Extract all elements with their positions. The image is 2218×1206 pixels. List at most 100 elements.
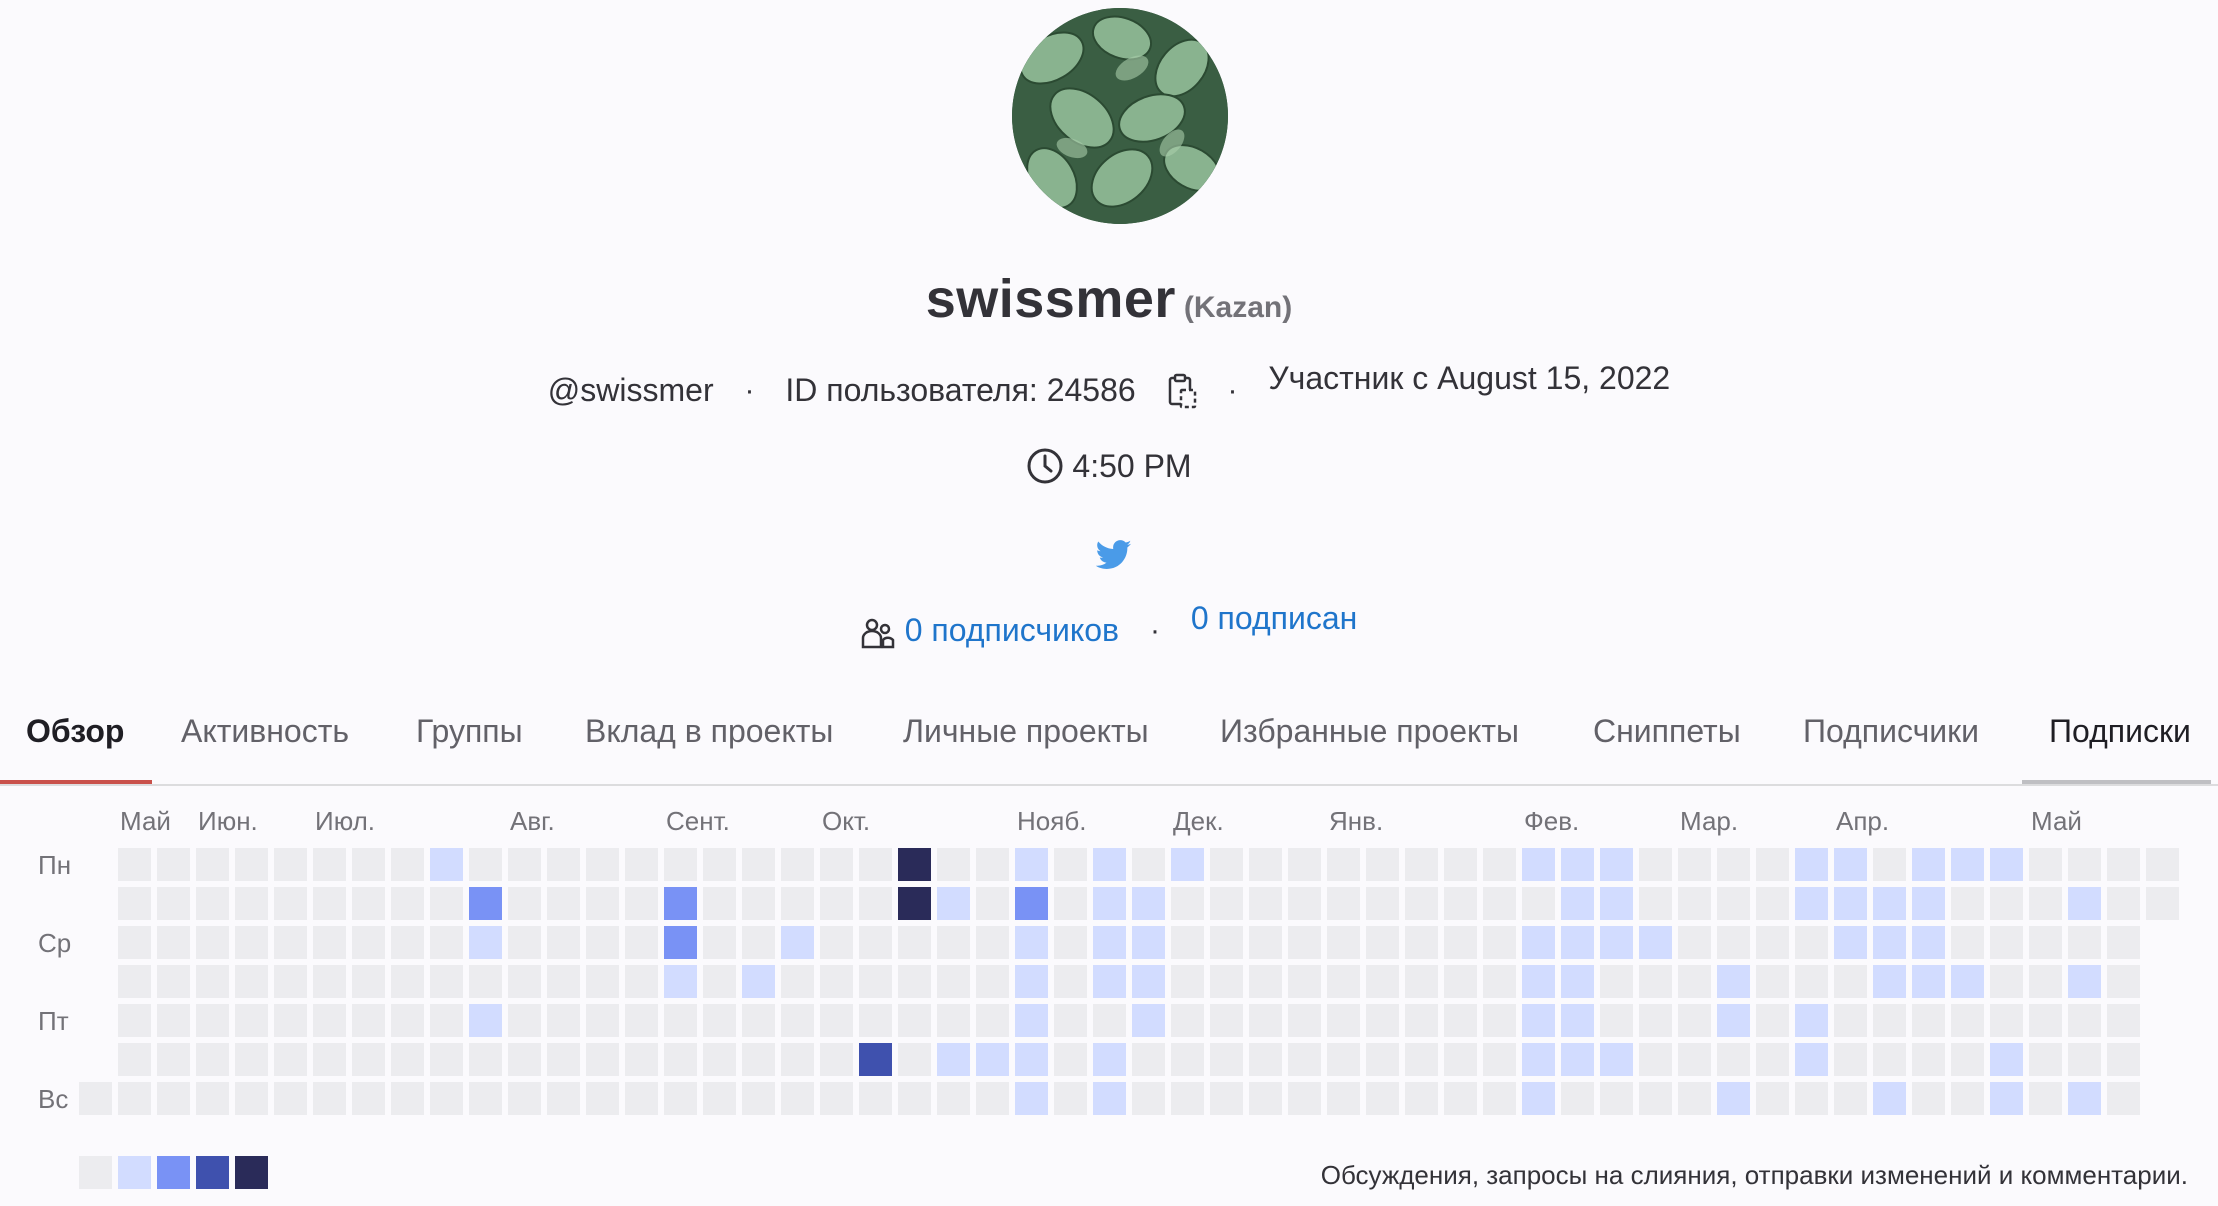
calendar-day-cell[interactable]: [391, 848, 424, 881]
calendar-day-cell[interactable]: [1327, 926, 1360, 959]
calendar-day-cell[interactable]: [1054, 1004, 1087, 1037]
calendar-day-cell[interactable]: [235, 1082, 268, 1115]
calendar-day-cell[interactable]: [1483, 1004, 1516, 1037]
calendar-day-cell[interactable]: [1717, 1082, 1750, 1115]
calendar-day-cell[interactable]: [352, 965, 385, 998]
tab-personal-projects[interactable]: Личные проекты: [903, 696, 1149, 782]
calendar-day-cell[interactable]: [157, 1004, 190, 1037]
calendar-day-cell[interactable]: [1288, 926, 1321, 959]
calendar-day-cell[interactable]: [859, 848, 892, 881]
calendar-day-cell[interactable]: [508, 848, 541, 881]
calendar-day-cell[interactable]: [703, 887, 736, 920]
calendar-day-cell[interactable]: [1912, 926, 1945, 959]
calendar-day-cell[interactable]: [976, 848, 1009, 881]
calendar-day-cell[interactable]: [1873, 1082, 1906, 1115]
calendar-day-cell[interactable]: [1600, 848, 1633, 881]
calendar-day-cell[interactable]: [313, 965, 346, 998]
calendar-day-cell[interactable]: [1873, 965, 1906, 998]
calendar-day-cell[interactable]: [1054, 1082, 1087, 1115]
calendar-day-cell[interactable]: [976, 1082, 1009, 1115]
calendar-day-cell[interactable]: [313, 1082, 346, 1115]
calendar-day-cell[interactable]: [2029, 965, 2062, 998]
calendar-day-cell[interactable]: [1288, 1004, 1321, 1037]
calendar-day-cell[interactable]: [664, 926, 697, 959]
calendar-day-cell[interactable]: [1015, 965, 1048, 998]
calendar-day-cell[interactable]: [391, 1004, 424, 1037]
calendar-day-cell[interactable]: [391, 926, 424, 959]
calendar-day-cell[interactable]: [586, 848, 619, 881]
calendar-day-cell[interactable]: [2068, 887, 2101, 920]
calendar-day-cell[interactable]: [1522, 1004, 1555, 1037]
calendar-day-cell[interactable]: [1444, 848, 1477, 881]
calendar-day-cell[interactable]: [469, 848, 502, 881]
calendar-day-cell[interactable]: [2146, 848, 2179, 881]
calendar-day-cell[interactable]: [469, 926, 502, 959]
calendar-day-cell[interactable]: [781, 926, 814, 959]
calendar-day-cell[interactable]: [937, 1004, 970, 1037]
calendar-day-cell[interactable]: [664, 887, 697, 920]
calendar-day-cell[interactable]: [1639, 1082, 1672, 1115]
calendar-day-cell[interactable]: [586, 1043, 619, 1076]
calendar-day-cell[interactable]: [352, 1004, 385, 1037]
calendar-day-cell[interactable]: [1015, 1004, 1048, 1037]
calendar-day-cell[interactable]: [2068, 965, 2101, 998]
calendar-day-cell[interactable]: [469, 1043, 502, 1076]
calendar-day-cell[interactable]: [235, 887, 268, 920]
calendar-day-cell[interactable]: [664, 1004, 697, 1037]
calendar-day-cell[interactable]: [1561, 965, 1594, 998]
calendar-day-cell[interactable]: [1015, 1082, 1048, 1115]
calendar-day-cell[interactable]: [2029, 1004, 2062, 1037]
calendar-day-cell[interactable]: [157, 965, 190, 998]
calendar-day-cell[interactable]: [508, 887, 541, 920]
calendar-day-cell[interactable]: [625, 848, 658, 881]
calendar-day-cell[interactable]: [781, 1043, 814, 1076]
calendar-day-cell[interactable]: [1756, 1082, 1789, 1115]
calendar-day-cell[interactable]: [1483, 848, 1516, 881]
calendar-day-cell[interactable]: [274, 1004, 307, 1037]
calendar-day-cell[interactable]: [1561, 887, 1594, 920]
calendar-day-cell[interactable]: [1873, 887, 1906, 920]
calendar-day-cell[interactable]: [1990, 1004, 2023, 1037]
calendar-day-cell[interactable]: [625, 1082, 658, 1115]
calendar-day-cell[interactable]: [469, 1082, 502, 1115]
calendar-day-cell[interactable]: [1834, 926, 1867, 959]
calendar-day-cell[interactable]: [937, 1082, 970, 1115]
calendar-day-cell[interactable]: [1795, 965, 1828, 998]
calendar-day-cell[interactable]: [742, 1004, 775, 1037]
calendar-day-cell[interactable]: [508, 1004, 541, 1037]
calendar-day-cell[interactable]: [820, 887, 853, 920]
calendar-day-cell[interactable]: [1093, 926, 1126, 959]
calendar-day-cell[interactable]: [118, 848, 151, 881]
calendar-day-cell[interactable]: [1405, 965, 1438, 998]
calendar-day-cell[interactable]: [1327, 1082, 1360, 1115]
calendar-day-cell[interactable]: [1834, 1043, 1867, 1076]
calendar-day-cell[interactable]: [898, 848, 931, 881]
followers-link[interactable]: 0 подписчиков: [905, 612, 1119, 649]
tab-groups[interactable]: Группы: [416, 696, 523, 782]
calendar-day-cell[interactable]: [1405, 887, 1438, 920]
calendar-day-cell[interactable]: [1327, 1004, 1360, 1037]
calendar-day-cell[interactable]: [352, 848, 385, 881]
calendar-day-cell[interactable]: [1249, 887, 1282, 920]
calendar-day-cell[interactable]: [820, 848, 853, 881]
calendar-day-cell[interactable]: [1756, 926, 1789, 959]
calendar-day-cell[interactable]: [703, 1043, 736, 1076]
calendar-day-cell[interactable]: [1405, 1082, 1438, 1115]
calendar-day-cell[interactable]: [1600, 926, 1633, 959]
calendar-day-cell[interactable]: [1990, 926, 2023, 959]
calendar-day-cell[interactable]: [937, 926, 970, 959]
calendar-day-cell[interactable]: [586, 887, 619, 920]
calendar-day-cell[interactable]: [1678, 1004, 1711, 1037]
calendar-day-cell[interactable]: [1717, 926, 1750, 959]
calendar-day-cell[interactable]: [313, 887, 346, 920]
calendar-day-cell[interactable]: [157, 1082, 190, 1115]
calendar-day-cell[interactable]: [1249, 848, 1282, 881]
calendar-day-cell[interactable]: [196, 1004, 229, 1037]
calendar-day-cell[interactable]: [1795, 887, 1828, 920]
tab-activity[interactable]: Активность: [181, 696, 349, 782]
calendar-day-cell[interactable]: [508, 1082, 541, 1115]
calendar-day-cell[interactable]: [1990, 965, 2023, 998]
calendar-day-cell[interactable]: [1444, 887, 1477, 920]
calendar-day-cell[interactable]: [157, 887, 190, 920]
calendar-day-cell[interactable]: [664, 1043, 697, 1076]
